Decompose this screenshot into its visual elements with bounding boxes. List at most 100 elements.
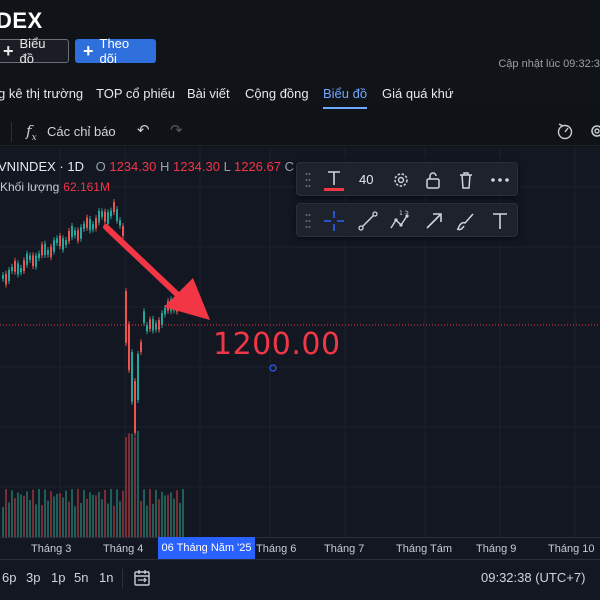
arrow-tool-icon[interactable]: [423, 210, 445, 232]
volume-bar: [77, 489, 79, 537]
settings-icon[interactable]: [588, 120, 600, 142]
undo-icon[interactable]: ↶: [137, 121, 150, 139]
text-color-icon[interactable]: [323, 169, 345, 191]
low-value: 1226.67: [233, 159, 281, 174]
candle: [29, 255, 31, 260]
candle: [122, 226, 124, 236]
volume-bar: [140, 501, 142, 537]
symbol-label[interactable]: VNINDEX · 1D: [0, 159, 84, 174]
volume-bar: [146, 505, 148, 537]
candle: [128, 324, 130, 370]
timeframe-1p[interactable]: 1p: [51, 570, 65, 585]
unlock-icon[interactable]: [422, 169, 444, 191]
candle: [131, 352, 133, 402]
brush-icon[interactable]: [455, 210, 477, 232]
volume-bar: [80, 503, 82, 537]
tab-community[interactable]: Cộng đồng: [245, 86, 309, 101]
zigzag-pattern-icon[interactable]: 1 5: [389, 210, 411, 232]
candle: [89, 219, 91, 231]
drag-handle-icon[interactable]: [305, 213, 311, 229]
candle: [65, 240, 67, 245]
gear-icon[interactable]: [390, 169, 412, 191]
volume-bar: [83, 490, 85, 537]
timezone-clock[interactable]: 09:32:38 (UTC+7): [481, 570, 585, 585]
volume-bar: [110, 489, 112, 537]
crosshair-icon[interactable]: [323, 210, 345, 232]
trash-icon[interactable]: [455, 169, 477, 191]
time-axis[interactable]: Tháng 3 Tháng 4 Tháng 6 Tháng 7 Tháng Tá…: [0, 537, 600, 559]
candle: [62, 238, 64, 250]
volume-bar: [173, 498, 175, 537]
tab-market-stats[interactable]: g kê thị trường: [0, 86, 83, 101]
volume-bar: [107, 503, 109, 537]
volume-bar: [50, 491, 52, 537]
tab-price-history[interactable]: Giá quá khứ: [382, 86, 454, 101]
volume-bar: [95, 495, 97, 537]
volume-bar: [14, 498, 16, 537]
follow-button[interactable]: + Theo dõi: [75, 36, 156, 66]
crosshair-date-label: 06 Tháng Năm '25: [158, 537, 255, 559]
volume-bar: [56, 493, 58, 537]
timeframe-5n[interactable]: 5n: [74, 570, 88, 585]
time-label: Tháng 6: [256, 543, 297, 555]
arrow-annotation[interactable]: [103, 224, 183, 300]
bottom-toolbar: 6p 3p 1p 5n 1n 09:32:38 (UTC+7): [0, 559, 600, 600]
volume-bar: [5, 489, 7, 537]
volume-bar: [137, 430, 139, 537]
trend-line-icon[interactable]: [357, 210, 379, 232]
tab-articles[interactable]: Bài viết: [187, 86, 230, 101]
calendar-range-icon[interactable]: [133, 569, 151, 587]
text-tool-icon[interactable]: [489, 210, 511, 232]
price-text-annotation[interactable]: 1200.00: [213, 327, 341, 362]
time-label: Tháng 7: [324, 543, 365, 555]
time-label: Tháng Tám: [396, 543, 453, 555]
volume-bar: [44, 489, 46, 537]
candle: [26, 253, 28, 265]
volume-bar: [32, 489, 34, 537]
candle: [146, 325, 148, 332]
candle: [11, 266, 13, 271]
replay-icon[interactable]: [556, 120, 574, 142]
chart-button[interactable]: + Biểu đồ: [0, 36, 69, 66]
toolbar-divider: [11, 122, 12, 142]
candle: [2, 275, 4, 279]
volume-bar: [179, 502, 181, 537]
font-size-select[interactable]: 40: [359, 172, 373, 187]
candle: [74, 230, 76, 236]
volume-bar: [143, 489, 145, 537]
candle: [110, 210, 112, 217]
volume-bar: [17, 492, 19, 537]
drag-handle-icon[interactable]: [305, 172, 311, 188]
volume-bar: [2, 507, 4, 537]
volume-bar: [104, 489, 106, 537]
time-label: Tháng 9: [476, 543, 517, 555]
volume-bar: [71, 489, 73, 537]
candle: [140, 342, 142, 352]
timeframe-1n[interactable]: 1n: [99, 570, 113, 585]
anchor-handle[interactable]: [269, 364, 277, 372]
volume-bar: [161, 491, 163, 537]
candle: [14, 260, 16, 272]
time-label: Tháng 10: [548, 543, 595, 555]
volume-bar: [125, 437, 127, 537]
candle: [155, 323, 157, 330]
candle: [86, 217, 88, 228]
candle: [98, 210, 100, 223]
volume-bar: [158, 499, 160, 537]
timeframe-3p[interactable]: 3p: [26, 570, 40, 585]
timeframe-6p[interactable]: 6p: [2, 570, 16, 585]
volume-bar: [131, 433, 133, 537]
more-icon[interactable]: [489, 169, 511, 191]
function-icon[interactable]: fx: [26, 122, 37, 143]
volume-bar: [35, 504, 37, 537]
high-value: 1234.30: [172, 159, 220, 174]
volume-bar: [149, 489, 151, 537]
tab-top-stocks[interactable]: TOP cổ phiếu: [96, 86, 175, 101]
indicators-button[interactable]: Các chỉ báo: [47, 124, 116, 139]
volume-bar: [65, 490, 67, 537]
candle: [149, 319, 151, 330]
tab-chart[interactable]: Biểu đồ: [323, 86, 368, 109]
volume-legend: Khối lượng 62.161M: [0, 180, 110, 194]
drawing-tools-toolbar: 1 5: [296, 203, 518, 237]
candle: [164, 308, 166, 315]
